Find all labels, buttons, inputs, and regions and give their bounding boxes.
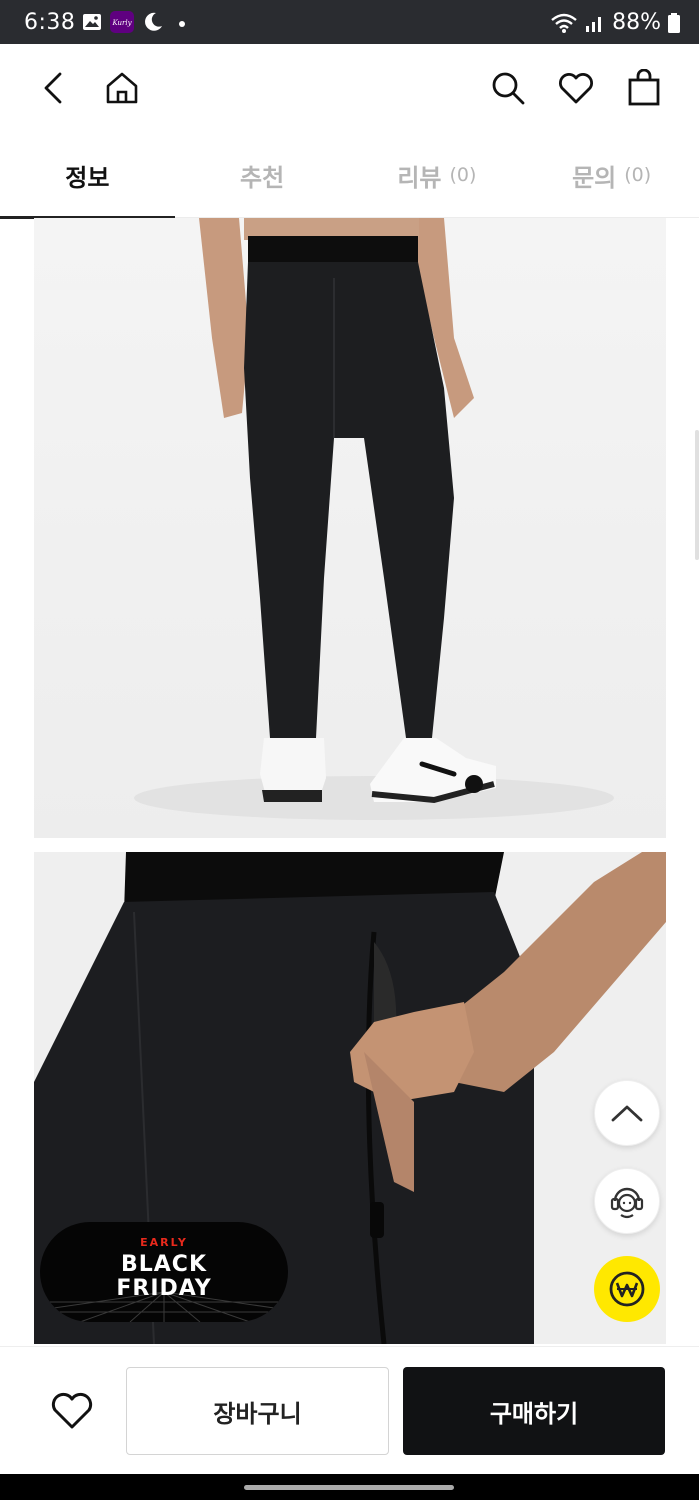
customer-service-button[interactable] [594, 1168, 660, 1234]
wishlist-header-button[interactable] [554, 66, 598, 110]
payment-button[interactable] [594, 1256, 660, 1322]
home-icon [106, 72, 138, 104]
tab-label: 정보 [65, 163, 110, 192]
search-icon [492, 72, 525, 105]
system-nav-bar [0, 1474, 699, 1500]
heart-icon [559, 73, 593, 104]
scroll-top-icon [611, 1105, 643, 1122]
search-button[interactable] [486, 66, 530, 110]
tab-count: (0) [624, 164, 652, 186]
won-currency-icon [609, 1271, 645, 1307]
tab-label: 리뷰 [397, 163, 442, 192]
signal-icon [586, 16, 602, 32]
scroll-indicator[interactable] [695, 430, 699, 560]
product-detail-page: 6:38 Kurly 88% 정보 추천 리뷰 (0) 문의 (0) EARLY… [0, 0, 699, 1500]
badge-black-text: BLACK [120, 1252, 207, 1277]
early-black-friday-badge[interactable]: EARLY BLACK FRIDAY [40, 1222, 288, 1322]
svg-text:Kurly: Kurly [111, 19, 132, 27]
tab-label: 추천 [240, 163, 285, 192]
dot-icon [179, 21, 185, 27]
buy-now-button[interactable]: 구매하기 [403, 1367, 665, 1455]
heart-icon [51, 1392, 93, 1429]
wishlist-button[interactable] [44, 1383, 100, 1439]
purchase-bar: 장바구니 구매하기 [0, 1346, 699, 1474]
add-to-cart-button[interactable]: 장바구니 [126, 1367, 389, 1455]
status-bar: 6:38 Kurly 88% [0, 0, 699, 44]
scroll-top-button[interactable] [594, 1080, 660, 1146]
moon-icon [145, 12, 162, 31]
back-icon [44, 72, 62, 104]
badge-early-text: EARLY [140, 1236, 188, 1249]
back-button[interactable] [32, 66, 76, 110]
app-header [0, 44, 699, 132]
status-time: 6:38 [24, 10, 76, 35]
tab-review[interactable]: 리뷰 (0) [350, 132, 525, 218]
cart-header-button[interactable] [622, 66, 666, 110]
gallery-icon [83, 14, 101, 30]
tab-info[interactable]: 정보 [0, 132, 175, 219]
product-image-back-view [34, 218, 666, 838]
tab-recommend[interactable]: 추천 [175, 132, 350, 218]
battery-percent: 88% [612, 10, 661, 35]
battery-icon [668, 12, 680, 33]
home-gesture-handle[interactable] [244, 1485, 454, 1490]
tab-inquiry[interactable]: 문의 (0) [524, 132, 699, 218]
shopping-bag-icon [628, 69, 660, 106]
badge-friday-text: FRIDAY [116, 1276, 212, 1301]
customer-service-icon [610, 1187, 644, 1219]
status-right: 88% [550, 10, 681, 35]
kurly-app-icon: Kurly [110, 11, 134, 33]
tab-count: (0) [449, 164, 477, 186]
home-button[interactable] [100, 66, 144, 110]
product-tabs: 정보 추천 리뷰 (0) 문의 (0) [0, 132, 699, 219]
tab-label: 문의 [572, 163, 617, 192]
wifi-icon [551, 13, 577, 33]
